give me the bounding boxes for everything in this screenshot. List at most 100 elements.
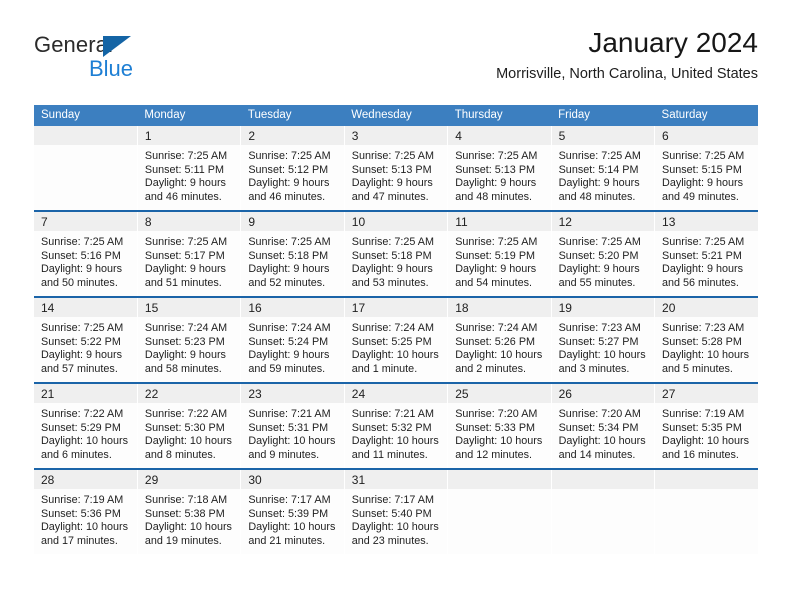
day-number: 12 — [551, 212, 655, 231]
day-cell-details: Sunrise: 7:23 AM Sunset: 5:27 PM Daylight:… — [552, 317, 654, 376]
calendar-day-cell[interactable]: 14 Sunrise: 7:25 AM Sunset: 5:22 PM Dayligh… — [34, 296, 138, 383]
daylight-text-line2: and 50 minutes. — [41, 276, 118, 289]
day-cell-details: Sunrise: 7:23 AM Sunset: 5:28 PM Daylight:… — [655, 317, 758, 376]
logo-text-blue: Blue — [89, 56, 134, 81]
day-cell-details: Sunrise: 7:24 AM Sunset: 5:26 PM Daylight:… — [448, 317, 550, 376]
calendar-day-cell[interactable]: 16 Sunrise: 7:24 AM Sunset: 5:24 PM Dayligh… — [240, 296, 345, 383]
sunset-text: Sunset: 5:12 PM — [248, 163, 329, 176]
daylight-text-line2: and 1 minute. — [351, 362, 418, 375]
sunrise-text: Sunrise: 7:25 AM — [351, 150, 434, 162]
day-number: 10 — [344, 212, 448, 231]
calendar-day-cell[interactable]: 25 Sunrise: 7:20 AM Sunset: 5:33 PM Dayligh… — [447, 382, 552, 469]
day-cell-inner — [655, 470, 758, 554]
sunset-text: Sunset: 5:24 PM — [248, 335, 329, 348]
daylight-text-line1: Daylight: 10 hours — [351, 435, 439, 448]
weekday-header-wednesday: Wednesday — [344, 105, 448, 126]
day-number: 23 — [241, 384, 344, 403]
day-cell-details: Sunrise: 7:24 AM Sunset: 5:23 PM Daylight:… — [138, 317, 240, 376]
daylight-text-line1: Daylight: 9 hours — [455, 177, 537, 190]
calendar-day-cell[interactable]: 31 Sunrise: 7:17 AM Sunset: 5:40 PM Dayligh… — [344, 468, 449, 554]
calendar-day-cell[interactable]: 17 Sunrise: 7:24 AM Sunset: 5:25 PM Dayligh… — [344, 296, 449, 383]
calendar-day-cell[interactable]: 21 Sunrise: 7:22 AM Sunset: 5:29 PM Dayligh… — [34, 382, 138, 469]
calendar-day-cell[interactable]: 18 Sunrise: 7:24 AM Sunset: 5:26 PM Dayligh… — [447, 296, 552, 383]
calendar-day-cell[interactable]: 1 Sunrise: 7:25 AM Sunset: 5:11 PM Daylight… — [137, 126, 242, 211]
day-number: 2 — [241, 126, 344, 145]
calendar-day-cell[interactable]: 29 Sunrise: 7:18 AM Sunset: 5:38 PM Dayligh… — [137, 468, 242, 554]
calendar-day-cell[interactable]: 2 Sunrise: 7:25 AM Sunset: 5:12 PM Daylight… — [240, 126, 345, 211]
sunset-text: Sunset: 5:26 PM — [455, 335, 536, 348]
daylight-text-line1: Daylight: 10 hours — [455, 349, 543, 362]
sunset-text: Sunset: 5:15 PM — [662, 163, 742, 176]
sunrise-text: Sunrise: 7:23 AM — [558, 322, 641, 334]
calendar-day-cell[interactable]: 15 Sunrise: 7:24 AM Sunset: 5:23 PM Dayligh… — [137, 296, 242, 383]
day-cell-inner: 10 Sunrise: 7:25 AM Sunset: 5:18 PM Dayligh… — [344, 212, 448, 296]
daylight-text-line2: and 6 minutes. — [41, 448, 112, 461]
daylight-text-line1: Daylight: 9 hours — [558, 263, 640, 276]
daylight-text-line1: Daylight: 9 hours — [351, 177, 433, 190]
calendar-day-cell[interactable]: 7 Sunrise: 7:25 AM Sunset: 5:16 PM Daylight… — [34, 210, 138, 297]
daylight-text-line2: and 8 minutes. — [144, 448, 216, 461]
calendar-day-cell[interactable]: 24 Sunrise: 7:21 AM Sunset: 5:32 PM Dayligh… — [344, 382, 449, 469]
day-cell-inner: 12 Sunrise: 7:25 AM Sunset: 5:20 PM Dayligh… — [551, 212, 655, 296]
calendar-day-cell[interactable]: 5 Sunrise: 7:25 AM Sunset: 5:14 PM Daylight… — [551, 126, 656, 211]
daylight-text-line1: Daylight: 9 hours — [144, 177, 226, 190]
general-blue-logo[interactable]: General Blue — [34, 32, 234, 84]
day-cell-inner: 31 Sunrise: 7:17 AM Sunset: 5:40 PM Dayligh… — [344, 470, 448, 554]
day-cell-inner — [448, 470, 551, 554]
day-cell-details: Sunrise: 7:25 AM Sunset: 5:19 PM Daylight:… — [448, 231, 550, 290]
calendar-week-row: 1 Sunrise: 7:25 AM Sunset: 5:11 PM Daylight… — [34, 126, 758, 211]
calendar-day-cell[interactable]: 6 Sunrise: 7:25 AM Sunset: 5:15 PM Daylight… — [654, 126, 758, 211]
day-cell-inner: 1 Sunrise: 7:25 AM Sunset: 5:11 PM Daylight… — [137, 126, 241, 210]
calendar-day-cell[interactable]: 30 Sunrise: 7:17 AM Sunset: 5:39 PM Dayligh… — [240, 468, 345, 554]
day-cell-details: Sunrise: 7:20 AM Sunset: 5:34 PM Daylight:… — [552, 403, 654, 462]
calendar-day-cell[interactable]: 26 Sunrise: 7:20 AM Sunset: 5:34 PM Dayligh… — [551, 382, 656, 469]
sunset-text: Sunset: 5:27 PM — [558, 335, 639, 348]
calendar-day-cell[interactable]: 8 Sunrise: 7:25 AM Sunset: 5:17 PM Daylight… — [137, 210, 242, 297]
day-cell-details: Sunrise: 7:18 AM Sunset: 5:38 PM Daylight:… — [138, 489, 240, 548]
day-cell-inner: 4 Sunrise: 7:25 AM Sunset: 5:13 PM Daylight… — [448, 126, 551, 210]
day-cell-inner: 24 Sunrise: 7:21 AM Sunset: 5:32 PM Dayligh… — [344, 384, 448, 468]
calendar-day-cell[interactable]: 19 Sunrise: 7:23 AM Sunset: 5:27 PM Dayligh… — [551, 296, 656, 383]
sunrise-text: Sunrise: 7:17 AM — [248, 494, 331, 506]
day-cell-inner: 26 Sunrise: 7:20 AM Sunset: 5:34 PM Dayligh… — [551, 384, 655, 468]
calendar-day-cell[interactable]: 28 Sunrise: 7:19 AM Sunset: 5:36 PM Dayligh… — [34, 468, 138, 554]
calendar-day-cell[interactable]: 9 Sunrise: 7:25 AM Sunset: 5:18 PM Daylight… — [240, 210, 345, 297]
calendar-day-cell[interactable]: 12 Sunrise: 7:25 AM Sunset: 5:20 PM Dayligh… — [551, 210, 656, 297]
day-cell-inner: 28 Sunrise: 7:19 AM Sunset: 5:36 PM Dayligh… — [34, 470, 137, 554]
sunrise-text: Sunrise: 7:19 AM — [662, 408, 745, 420]
calendar-day-cell[interactable]: 3 Sunrise: 7:25 AM Sunset: 5:13 PM Daylight… — [344, 126, 449, 211]
day-cell-details: Sunrise: 7:25 AM Sunset: 5:17 PM Daylight:… — [138, 231, 240, 290]
day-cell-inner: 3 Sunrise: 7:25 AM Sunset: 5:13 PM Daylight… — [344, 126, 448, 210]
daylight-text-line2: and 23 minutes. — [351, 534, 429, 547]
daylight-text-line1: Daylight: 10 hours — [558, 435, 646, 448]
sunrise-text: Sunrise: 7:25 AM — [455, 150, 538, 162]
day-cell-details: Sunrise: 7:25 AM Sunset: 5:13 PM Daylight:… — [448, 145, 550, 204]
daylight-text-line1: Daylight: 9 hours — [662, 177, 744, 190]
day-cell-details: Sunrise: 7:21 AM Sunset: 5:31 PM Daylight:… — [241, 403, 343, 462]
day-cell-details: Sunrise: 7:21 AM Sunset: 5:32 PM Daylight:… — [345, 403, 447, 462]
sunset-text: Sunset: 5:33 PM — [455, 421, 536, 434]
daylight-text-line2: and 48 minutes. — [558, 190, 636, 203]
sunrise-text: Sunrise: 7:17 AM — [351, 494, 434, 506]
calendar-day-cell[interactable]: 13 Sunrise: 7:25 AM Sunset: 5:21 PM Dayligh… — [654, 210, 758, 297]
day-cell-details: Sunrise: 7:25 AM Sunset: 5:11 PM Daylight:… — [138, 145, 240, 204]
day-number: 19 — [551, 298, 655, 317]
day-number: 1 — [137, 126, 241, 145]
weekday-header-friday: Friday — [551, 105, 655, 126]
calendar-day-cell[interactable]: 11 Sunrise: 7:25 AM Sunset: 5:19 PM Dayligh… — [447, 210, 552, 297]
sunrise-text: Sunrise: 7:25 AM — [248, 150, 331, 162]
day-number: 11 — [448, 212, 551, 231]
calendar-day-cell[interactable]: 10 Sunrise: 7:25 AM Sunset: 5:18 PM Dayligh… — [344, 210, 449, 297]
sunset-text: Sunset: 5:21 PM — [662, 249, 742, 262]
daylight-text-line1: Daylight: 10 hours — [248, 521, 336, 534]
daylight-text-line1: Daylight: 10 hours — [455, 435, 543, 448]
day-number: 31 — [344, 470, 448, 489]
sunset-text: Sunset: 5:16 PM — [41, 249, 121, 262]
calendar-day-cell[interactable]: 23 Sunrise: 7:21 AM Sunset: 5:31 PM Dayligh… — [240, 382, 345, 469]
day-cell-details: Sunrise: 7:25 AM Sunset: 5:22 PM Daylight:… — [34, 317, 137, 376]
calendar-day-cell[interactable]: 22 Sunrise: 7:22 AM Sunset: 5:30 PM Dayligh… — [137, 382, 242, 469]
calendar-day-cell[interactable]: 27 Sunrise: 7:19 AM Sunset: 5:35 PM Dayligh… — [654, 382, 758, 469]
logo-text-general: General — [34, 32, 113, 57]
calendar-day-cell[interactable]: 4 Sunrise: 7:25 AM Sunset: 5:13 PM Daylight… — [447, 126, 552, 211]
calendar-day-cell[interactable]: 20 Sunrise: 7:23 AM Sunset: 5:28 PM Dayligh… — [654, 296, 758, 383]
